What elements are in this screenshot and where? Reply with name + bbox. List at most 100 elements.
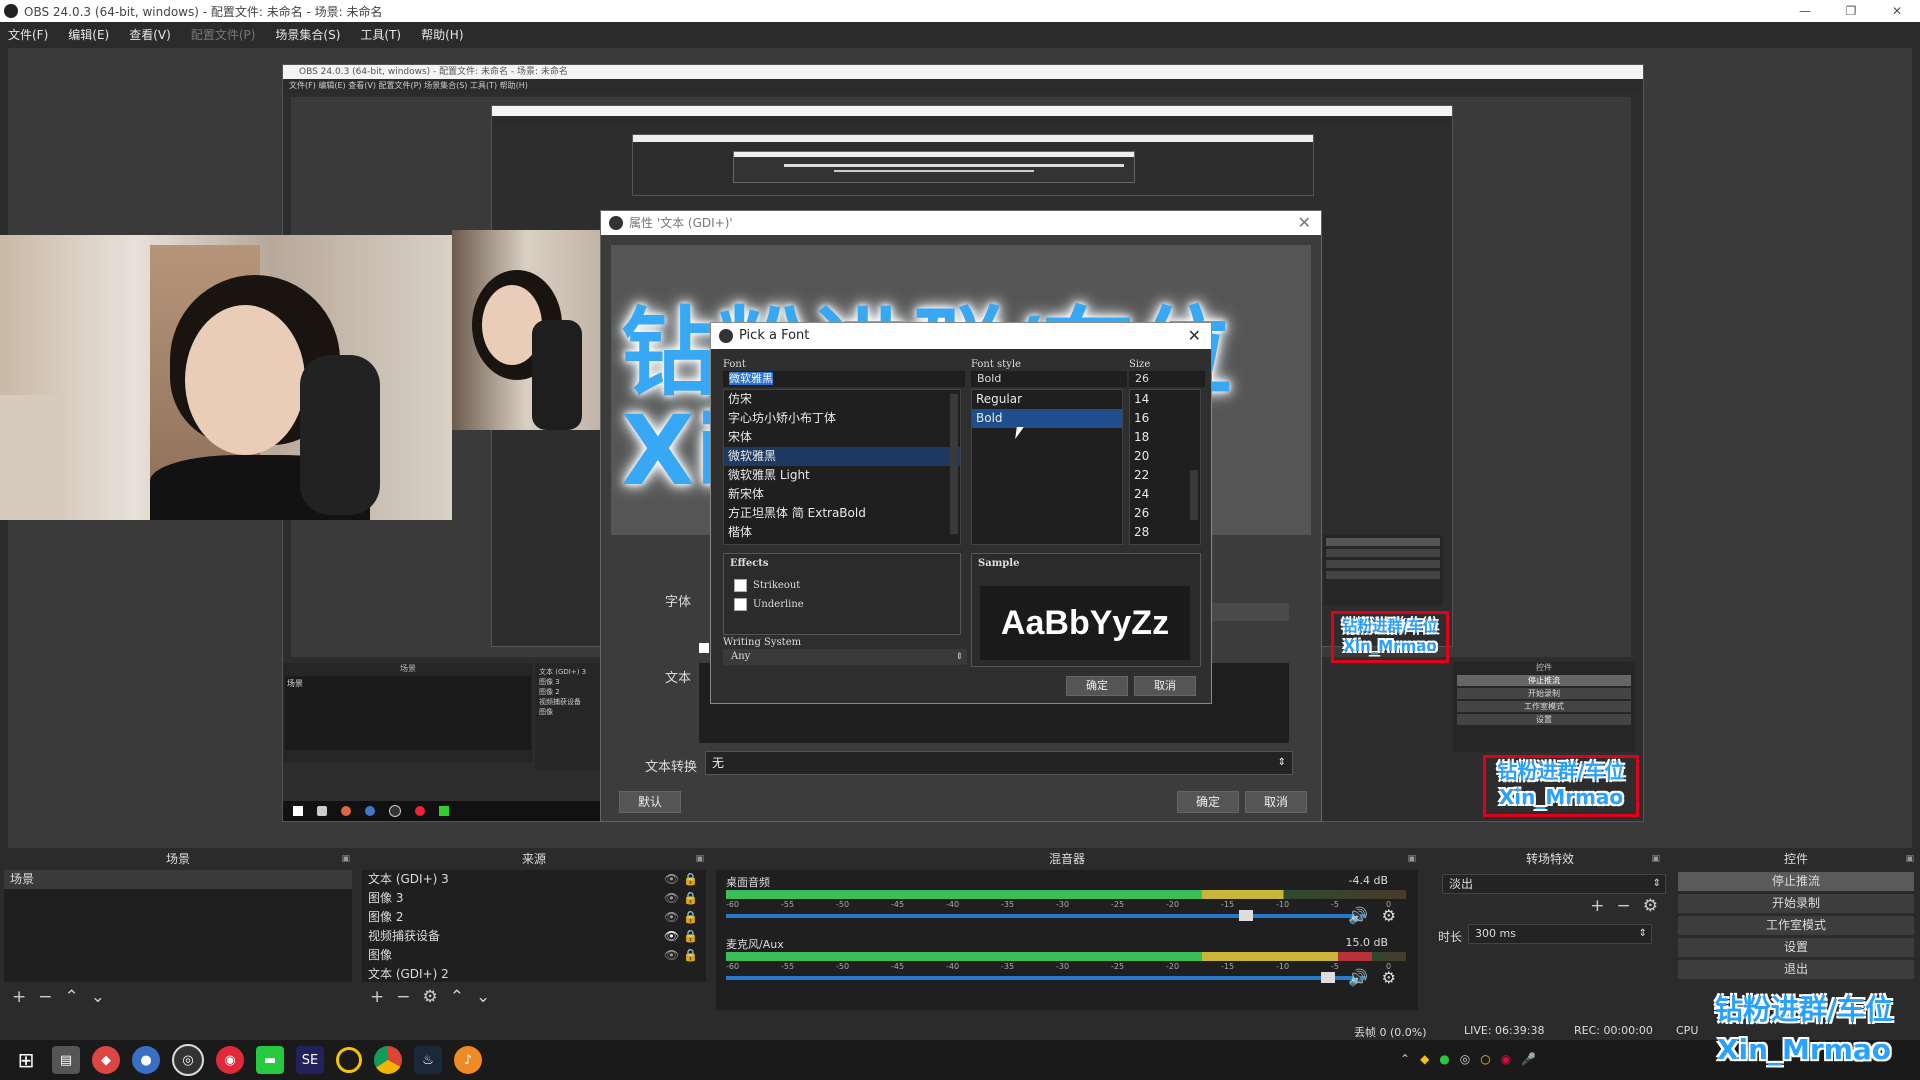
tray-icon[interactable]: ○ [1480, 1052, 1490, 1066]
app-icon[interactable] [336, 1047, 362, 1073]
list-item[interactable]: 图像 3 👁 🔒 [362, 889, 706, 908]
tray-icon[interactable]: ◎ [1460, 1052, 1470, 1066]
gear-icon[interactable]: ⚙ [423, 987, 438, 1007]
font-cancel-button[interactable]: 取消 [1134, 676, 1196, 696]
start-recording-button[interactable]: 开始录制 [1678, 894, 1914, 913]
volume-slider[interactable] [726, 972, 1366, 983]
ok-button[interactable]: 确定 [1177, 791, 1239, 813]
plus-icon[interactable]: + [370, 987, 384, 1007]
font-list-item[interactable]: 宋体 [724, 428, 960, 447]
transform-select[interactable]: 无 ⇕ [705, 751, 1293, 775]
menu-help[interactable]: 帮助(H) [421, 26, 463, 43]
menu-view[interactable]: 查看(V) [129, 26, 171, 43]
settings-button[interactable]: 设置 [1678, 938, 1914, 957]
chevron-up-icon[interactable]: ⌃ [450, 987, 464, 1007]
list-item[interactable]: 视频捕获设备 👁 🔒 [362, 927, 706, 946]
menu-edit[interactable]: 编辑(E) [68, 26, 109, 43]
font-list-item-selected[interactable]: 微软雅黑 [724, 447, 960, 466]
studio-mode-button[interactable]: 工作室模式 [1678, 916, 1914, 935]
gear-icon[interactable]: ⚙ [1382, 968, 1396, 987]
font-list-item[interactable]: 字心坊小矫小布丁体 [724, 409, 960, 428]
gear-icon[interactable]: ⚙ [1382, 906, 1396, 925]
volume-slider-thumb[interactable] [1320, 972, 1335, 983]
volume-slider[interactable] [726, 910, 1366, 921]
list-item[interactable]: 图像 👁 🔒 [362, 946, 706, 965]
windows-start-icon[interactable]: ⊞ [12, 1046, 40, 1074]
font-list-item[interactable]: 楷体 [724, 523, 960, 542]
size-list-item[interactable]: 18 [1130, 428, 1200, 447]
duration-input[interactable]: 300 ms ⇕ [1468, 924, 1652, 944]
plus-icon[interactable]: + [1590, 896, 1604, 916]
exit-button[interactable]: 退出 [1678, 960, 1914, 979]
font-list-item[interactable]: 方正坦黑体 简 ExtraBold [724, 504, 960, 523]
size-list-item[interactable]: 20 [1130, 447, 1200, 466]
scenes-list[interactable]: 场景 [4, 870, 352, 982]
plus-icon[interactable]: + [12, 987, 26, 1007]
strikeout-option[interactable]: Strikeout [724, 573, 960, 592]
undock-icon[interactable]: ▣ [695, 850, 704, 868]
eye-lock-icons[interactable]: 👁 🔒 [664, 870, 698, 889]
minus-icon[interactable]: − [1617, 896, 1631, 916]
minus-icon[interactable]: − [38, 987, 52, 1007]
size-list-item[interactable]: 16 [1130, 409, 1200, 428]
strikeout-checkbox[interactable] [734, 579, 747, 592]
close-icon[interactable]: ✕ [1188, 323, 1201, 349]
app-icon[interactable]: ◆ [92, 1046, 120, 1074]
steam-icon[interactable]: ♨ [414, 1046, 442, 1074]
sources-list[interactable]: 文本 (GDI+) 3 👁 🔒 图像 3 👁 🔒 图像 2 👁 🔒 视频捕获设备 👁 🔒… [362, 870, 706, 982]
stop-streaming-button[interactable]: 停止推流 [1678, 872, 1914, 891]
font-list-item[interactable]: 仿宋 [724, 390, 960, 409]
transition-select[interactable]: 淡出 ⇕ [1442, 874, 1666, 894]
undock-icon[interactable]: ▣ [1905, 850, 1914, 868]
menu-tools[interactable]: 工具(T) [360, 26, 401, 43]
app-icon[interactable]: ♪ [454, 1046, 482, 1074]
font-name-input[interactable]: 微软雅黑 [723, 371, 965, 387]
list-item[interactable]: 文本 (GDI+) 3 👁 🔒 [362, 870, 706, 889]
tray-icon[interactable]: ● [1439, 1052, 1449, 1066]
eye-lock-icons[interactable]: 👁 🔒 [664, 946, 698, 965]
size-list-item[interactable]: 28 [1130, 523, 1200, 542]
close-button[interactable]: ✕ [1874, 0, 1920, 22]
eye-lock-icons[interactable]: 👁 🔒 [664, 889, 698, 908]
defaults-button[interactable]: 默认 [619, 791, 681, 813]
font-size-input[interactable]: 26 [1129, 371, 1205, 387]
font-style-input[interactable]: Bold [971, 371, 1127, 387]
app-icon[interactable]: ▤ [52, 1046, 80, 1074]
font-list-scrollbar[interactable] [950, 394, 958, 534]
chevron-up-icon[interactable]: ⌃ [1400, 1052, 1410, 1066]
chevron-down-icon[interactable]: ⌄ [476, 987, 490, 1007]
menu-scene-collection[interactable]: 场景集合(S) [275, 26, 340, 43]
size-list[interactable]: 14 16 18 20 22 24 26 28 [1129, 389, 1201, 545]
netease-music-icon[interactable]: ◉ [216, 1046, 244, 1074]
cancel-button[interactable]: 取消 [1245, 791, 1307, 813]
menu-file[interactable]: 文件(F) [8, 26, 48, 43]
tray-icon[interactable]: ◆ [1420, 1052, 1429, 1066]
app-icon[interactable]: ● [132, 1046, 160, 1074]
tray-icon[interactable]: ◉ [1501, 1052, 1511, 1066]
font-select-button[interactable] [1209, 603, 1289, 621]
font-list-item[interactable]: 微软雅黑 Light [724, 466, 960, 485]
chevron-up-icon[interactable]: ⌃ [65, 987, 79, 1007]
app-icon[interactable]: SE [296, 1046, 324, 1074]
undock-icon[interactable]: ▣ [1407, 850, 1416, 868]
size-list-item[interactable]: 14 [1130, 390, 1200, 409]
minimize-button[interactable]: — [1782, 0, 1828, 22]
underline-checkbox[interactable] [734, 598, 747, 611]
style-list[interactable]: Regular Bold [971, 389, 1123, 545]
list-item[interactable]: 图像 2 👁 🔒 [362, 908, 706, 927]
style-list-item-selected[interactable]: Bold [972, 409, 1122, 428]
volume-slider-thumb[interactable] [1239, 910, 1254, 921]
font-list-item[interactable]: 新宋体 [724, 485, 960, 504]
list-item[interactable]: 文本 (GDI+) 2 [362, 965, 706, 982]
font-list[interactable]: 仿宋 字心坊小矫小布丁体 宋体 微软雅黑 微软雅黑 Light 新宋体 方正坦黑… [723, 389, 961, 545]
app-icon[interactable]: ▬ [256, 1046, 284, 1074]
maximize-button[interactable]: ❐ [1828, 0, 1874, 22]
close-icon[interactable]: ✕ [1298, 211, 1311, 235]
size-list-scrollbar[interactable] [1190, 470, 1198, 520]
gear-icon[interactable]: ⚙ [1643, 896, 1658, 916]
chrome-icon[interactable] [374, 1046, 402, 1074]
microphone-icon[interactable]: 🎤 [1521, 1052, 1536, 1066]
speaker-icon[interactable]: 🔊 [1348, 968, 1368, 987]
speaker-icon[interactable]: 🔊 [1348, 906, 1368, 925]
eye-lock-icons[interactable]: 👁 🔒 [664, 908, 698, 927]
